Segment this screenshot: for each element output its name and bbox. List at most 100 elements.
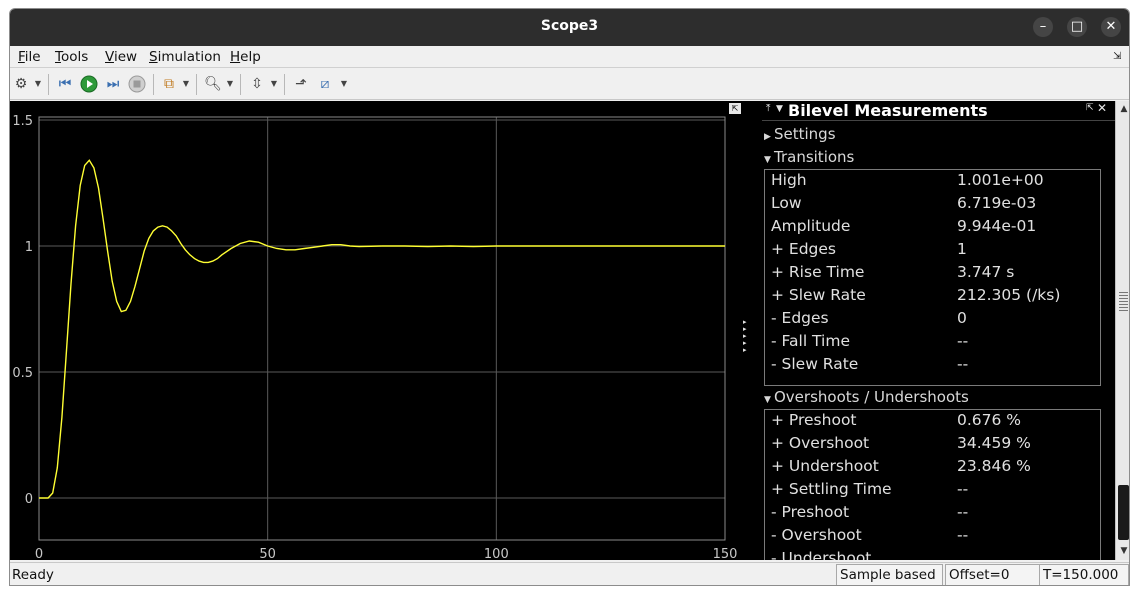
expand-icon: ▶ bbox=[764, 132, 771, 142]
collapse-panel-icon[interactable]: ▸ ▸ ▸ ▸ ▸ bbox=[743, 319, 753, 354]
measurement-value: -- bbox=[957, 503, 969, 521]
menu-view[interactable]: View bbox=[105, 49, 137, 65]
measurement-row: - Undershoot bbox=[771, 549, 1101, 560]
settings-section-header[interactable]: ▶ Settings bbox=[764, 125, 836, 143]
measure-icon[interactable]: ⧄ bbox=[316, 75, 334, 93]
toolbar-separator bbox=[48, 74, 49, 95]
highlight-dropdown-icon[interactable]: ▼ bbox=[182, 75, 190, 93]
measurement-value: 212.305 (/ks) bbox=[957, 286, 1061, 304]
status-time: T=150.000 bbox=[1039, 564, 1129, 585]
measure-dropdown-icon[interactable]: ▼ bbox=[340, 75, 348, 93]
y-tick-label: 1.5 bbox=[12, 114, 33, 129]
scroll-up-icon[interactable]: ▲ bbox=[1116, 101, 1129, 117]
measurement-row: + Edges 1 bbox=[771, 240, 1101, 263]
zoom-dropdown-icon[interactable]: ▼ bbox=[226, 75, 234, 93]
measurement-label: + Overshoot bbox=[771, 434, 870, 452]
measurement-row: High 1.001e+00 bbox=[771, 171, 1101, 194]
maximize-button[interactable]: □ bbox=[1067, 17, 1087, 37]
measurement-row: - Edges 0 bbox=[771, 309, 1101, 332]
gear-icon[interactable]: ⚙ bbox=[12, 75, 30, 93]
measurements-panel: ⤒ ▼ Bilevel Measurements ⇱ ✕ ▶ Settings ▼… bbox=[762, 101, 1115, 560]
y-tick-label: 0 bbox=[25, 492, 33, 507]
minimize-button[interactable]: – bbox=[1033, 17, 1053, 37]
undock-panel-icon[interactable]: ⇱ bbox=[1086, 103, 1094, 113]
measurement-value: 0 bbox=[957, 309, 967, 327]
autoscale-dropdown-icon[interactable]: ▼ bbox=[270, 75, 278, 93]
measurement-label: + Slew Rate bbox=[771, 286, 866, 304]
measurement-label: - Edges bbox=[771, 309, 829, 327]
measurement-row: - Slew Rate -- bbox=[771, 355, 1101, 378]
panel-scrollbar[interactable]: ▲ ▼ bbox=[1115, 101, 1129, 560]
menu-tools[interactable]: Tools bbox=[55, 49, 88, 65]
measurement-row: + Preshoot 0.676 % bbox=[771, 411, 1101, 434]
toolbar-separator bbox=[240, 74, 241, 95]
y-tick-label: 0.5 bbox=[12, 366, 33, 381]
panel-title: Bilevel Measurements bbox=[788, 101, 988, 120]
measurement-label: + Settling Time bbox=[771, 480, 892, 498]
highlight-icon[interactable]: ⧉ bbox=[160, 75, 178, 93]
x-tick-label: 150 bbox=[713, 547, 738, 560]
measurement-label: + Edges bbox=[771, 240, 836, 258]
measurement-value: 3.747 s bbox=[957, 263, 1015, 281]
measurement-value: -- bbox=[957, 480, 969, 498]
measurement-label: - Preshoot bbox=[771, 503, 850, 521]
run-icon[interactable] bbox=[80, 75, 98, 93]
measurement-row: + Undershoot 23.846 % bbox=[771, 457, 1101, 480]
panel-menu-icon[interactable]: ▼ bbox=[776, 104, 783, 114]
measurement-value: 34.459 % bbox=[957, 434, 1031, 452]
transitions-section-header[interactable]: ▼ Transitions bbox=[764, 148, 854, 166]
step-forward-icon[interactable]: ⏭ bbox=[104, 75, 122, 93]
toolbar: ⚙ ▼ ⏮ ⏭ ⧉ ▼ 🔍︎ ▼ ⇳ ▼ ⬏ ⧄ ▼ bbox=[10, 69, 1129, 100]
y-tick-label: 1 bbox=[25, 240, 33, 255]
status-offset: Offset=0 bbox=[945, 564, 1042, 585]
menu-simulation[interactable]: Simulation bbox=[149, 49, 221, 65]
close-button[interactable]: ✕ bbox=[1101, 17, 1121, 37]
measurement-label: + Rise Time bbox=[771, 263, 865, 281]
restore-icon[interactable]: ⇱ bbox=[729, 103, 741, 114]
measurement-label: + Preshoot bbox=[771, 411, 857, 429]
rewind-icon[interactable]: ⏮ bbox=[56, 75, 74, 93]
measurement-value: 1 bbox=[957, 240, 967, 258]
scope-plot-svg: 0 50 100 150 0 0.5 1 1.5 bbox=[12, 114, 738, 560]
undock-icon[interactable]: ⇲ bbox=[1113, 51, 1121, 62]
measurement-value: 23.846 % bbox=[957, 457, 1031, 475]
triggers-icon[interactable]: ⬏ bbox=[292, 75, 310, 93]
scroll-thumb[interactable] bbox=[1118, 485, 1129, 540]
measurement-value: -- bbox=[957, 332, 969, 350]
pin-icon[interactable]: ⤒ bbox=[766, 103, 770, 114]
overshoots-section-header[interactable]: ▼ Overshoots / Undershoots bbox=[764, 388, 969, 406]
measurement-label: Amplitude bbox=[771, 217, 851, 235]
transitions-table: High 1.001e+00 Low 6.719e-03 Amplitude 9.944e… bbox=[764, 169, 1101, 386]
zoom-icon[interactable]: 🔍︎ bbox=[204, 75, 222, 93]
stop-icon[interactable] bbox=[128, 75, 146, 93]
scroll-down-icon[interactable]: ▼ bbox=[1116, 543, 1129, 559]
measurement-row: Amplitude 9.944e-01 bbox=[771, 217, 1101, 240]
collapse-icon: ▼ bbox=[764, 155, 771, 165]
measurement-value: -- bbox=[957, 526, 969, 544]
gear-dropdown-icon[interactable]: ▼ bbox=[34, 75, 42, 93]
status-bar: Ready Sample based Offset=0 T=150.000 bbox=[10, 562, 1129, 585]
x-tick-label: 100 bbox=[484, 547, 509, 560]
measurement-label: High bbox=[771, 171, 807, 189]
measurement-value: 6.719e-03 bbox=[957, 194, 1037, 212]
measurement-value: 1.001e+00 bbox=[957, 171, 1044, 189]
measurement-label: - Overshoot bbox=[771, 526, 862, 544]
menu-file[interactable]: File bbox=[18, 49, 41, 65]
measurement-row: Low 6.719e-03 bbox=[771, 194, 1101, 217]
status-mode: Sample based bbox=[836, 564, 943, 585]
axes-box bbox=[38, 116, 726, 541]
measurement-value: -- bbox=[957, 355, 969, 373]
x-tick-label: 50 bbox=[259, 547, 276, 560]
close-panel-icon[interactable]: ✕ bbox=[1097, 101, 1107, 115]
measurement-label: + Undershoot bbox=[771, 457, 879, 475]
menu-bar: File Tools View Simulation Help ⇲ bbox=[10, 46, 1129, 68]
overshoots-table: + Preshoot 0.676 % + Overshoot 34.459 % + Un… bbox=[764, 409, 1101, 560]
measurement-row: + Overshoot 34.459 % bbox=[771, 434, 1101, 457]
autoscale-icon[interactable]: ⇳ bbox=[248, 75, 266, 93]
menu-help[interactable]: Help bbox=[230, 49, 261, 65]
scope-plot[interactable]: 0 50 100 150 0 0.5 1 1.5 ⇱ ▸ ▸ ▸ ▸ ▸ bbox=[10, 101, 756, 560]
toolbar-separator bbox=[153, 74, 154, 95]
series-line bbox=[39, 159, 725, 499]
scroll-grip bbox=[1119, 291, 1128, 311]
measurement-row: - Preshoot -- bbox=[771, 503, 1101, 526]
